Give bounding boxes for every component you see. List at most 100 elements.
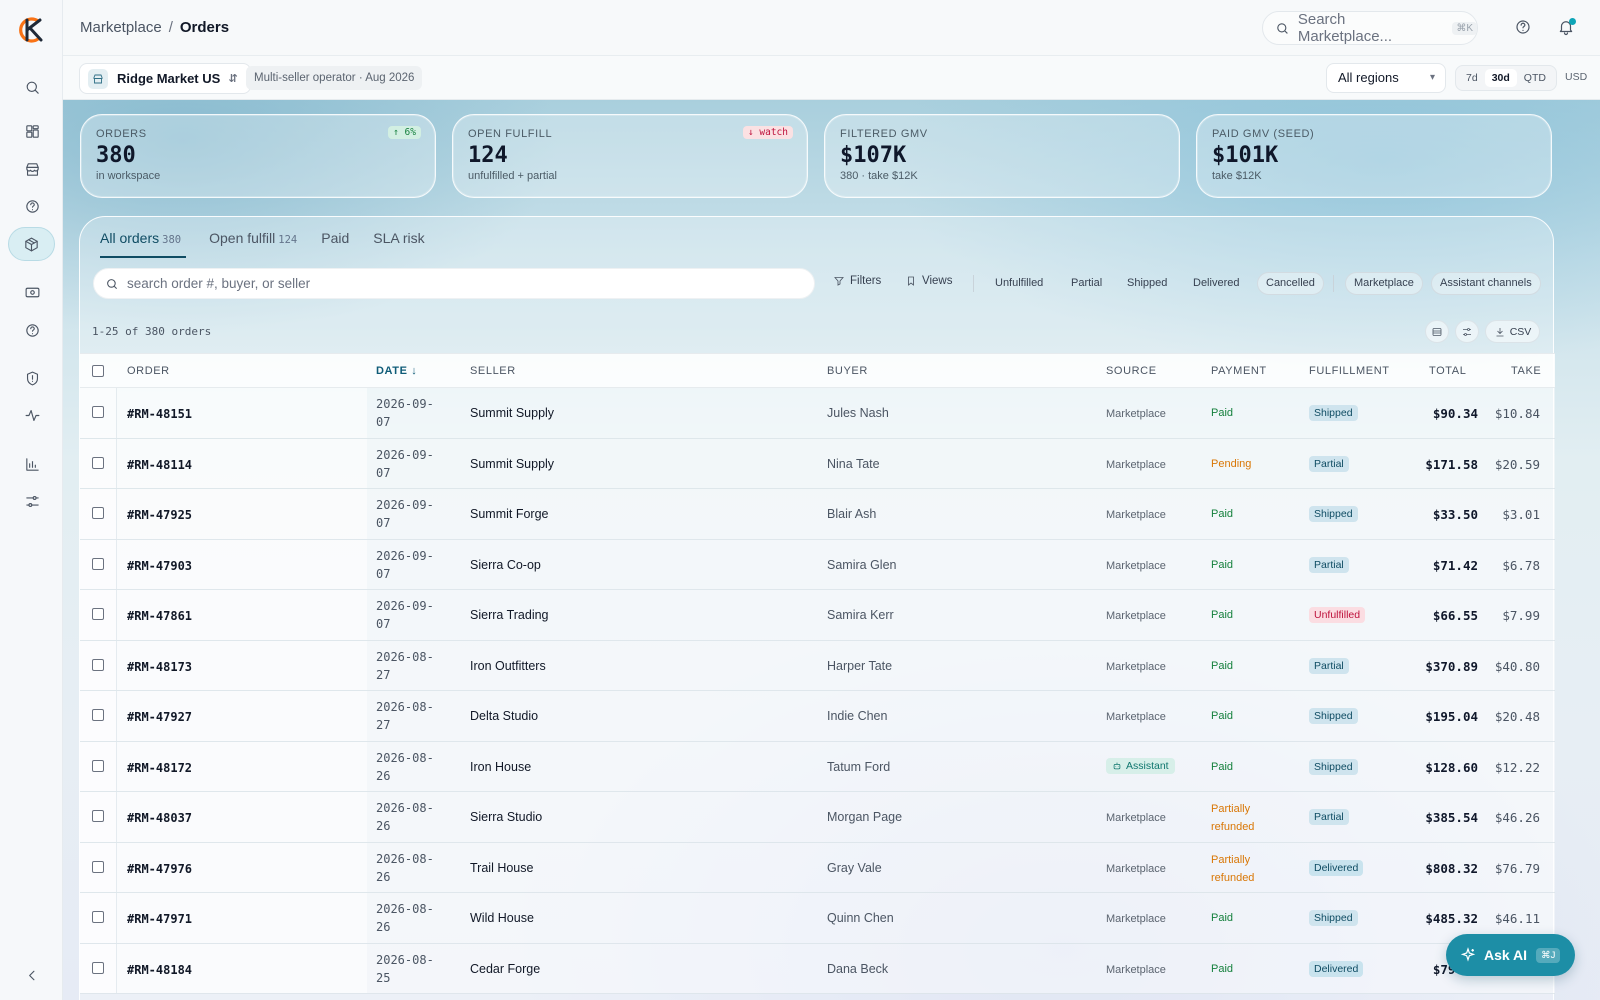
- table-row[interactable]: #RM-48151 2026-09-07 Summit Supply Jules Na…: [80, 388, 1555, 439]
- row-checkbox[interactable]: [92, 709, 104, 721]
- density-icon[interactable]: [1425, 320, 1449, 343]
- status-chip-partial[interactable]: Partial: [1062, 272, 1111, 295]
- table-row[interactable]: #RM-47861 2026-09-07 Sierra Trading Samira …: [80, 590, 1555, 641]
- table-row[interactable]: #RM-48184 2026-08-25 Cedar Forge Dana Beck M…: [80, 943, 1555, 994]
- row-checkbox[interactable]: [92, 608, 104, 620]
- row-checkbox[interactable]: [92, 557, 104, 570]
- row-checkbox[interactable]: [92, 961, 104, 974]
- help-icon[interactable]: [1514, 18, 1534, 38]
- col-total[interactable]: TOTAL: [1429, 365, 1466, 377]
- row-checkbox[interactable]: [92, 810, 104, 822]
- status-chip-unfulfilled[interactable]: Unfulfilled: [986, 272, 1052, 295]
- global-search-input[interactable]: Search Marketplace... ⌘K: [1262, 11, 1478, 45]
- status-chip-cancelled[interactable]: Cancelled: [1257, 272, 1324, 295]
- seller-name[interactable]: Summit Supply: [470, 406, 554, 420]
- ask-ai-button[interactable]: Ask AI ⌘J: [1446, 934, 1575, 976]
- store-icon[interactable]: [15, 152, 49, 186]
- seller-name[interactable]: Trail House: [470, 861, 533, 875]
- order-number[interactable]: #RM-47976: [127, 862, 192, 876]
- tab-paid[interactable]: Paid: [321, 230, 361, 258]
- columns-settings-icon[interactable]: [1455, 320, 1479, 343]
- col-seller[interactable]: SELLER: [470, 365, 516, 377]
- buyer-name[interactable]: Dana Beck: [827, 962, 888, 976]
- buyer-name[interactable]: Nina Tate: [827, 457, 880, 471]
- buyer-name[interactable]: Blair Ash: [827, 507, 876, 521]
- tab-all-orders[interactable]: All orders 380: [100, 230, 187, 258]
- brand-logo-icon[interactable]: [16, 16, 46, 44]
- order-number[interactable]: #RM-47927: [127, 710, 192, 724]
- seller-name[interactable]: Sierra Trading: [470, 608, 549, 622]
- support-icon[interactable]: [15, 313, 49, 347]
- payments-icon[interactable]: [15, 275, 49, 309]
- currency-label[interactable]: USD: [1565, 71, 1587, 83]
- table-row[interactable]: #RM-48172 2026-08-26 Iron House Tatum Ford A…: [80, 741, 1555, 792]
- region-select[interactable]: All regions ▾: [1326, 63, 1446, 93]
- col-date[interactable]: DATE ↓: [376, 365, 417, 377]
- seller-name[interactable]: Sierra Co-op: [470, 558, 541, 572]
- channel-chip-assistant[interactable]: Assistant channels: [1431, 272, 1541, 295]
- buyer-name[interactable]: Jules Nash: [827, 406, 889, 420]
- tab-open-fulfill[interactable]: Open fulfill 124: [209, 230, 309, 258]
- range-30d[interactable]: 30d: [1484, 69, 1517, 87]
- table-row[interactable]: #RM-47903 2026-09-07 Sierra Co-op Samira Gl…: [80, 539, 1555, 590]
- seller-name[interactable]: Wild House: [470, 911, 534, 925]
- order-search-input[interactable]: search order #, buyer, or seller: [93, 268, 815, 299]
- table-row[interactable]: #RM-48114 2026-09-07 Summit Supply Nina Tat…: [80, 438, 1555, 489]
- row-checkbox[interactable]: [92, 658, 104, 671]
- col-take[interactable]: TAKE: [1511, 365, 1541, 377]
- activity-icon[interactable]: [15, 398, 49, 432]
- buyer-name[interactable]: Samira Glen: [827, 558, 896, 572]
- buyer-name[interactable]: Morgan Page: [827, 810, 902, 824]
- settings-sliders-icon[interactable]: [15, 484, 49, 518]
- shield-icon[interactable]: [15, 361, 49, 395]
- collapse-sidebar-icon[interactable]: [15, 958, 49, 992]
- seller-name[interactable]: Delta Studio: [470, 709, 538, 723]
- store-switcher[interactable]: Ridge Market US ⇵: [79, 63, 251, 94]
- row-checkbox[interactable]: [92, 406, 104, 418]
- buyer-name[interactable]: Quinn Chen: [827, 911, 894, 925]
- buyer-name[interactable]: Harper Tate: [827, 659, 892, 673]
- order-number[interactable]: #RM-48151: [127, 407, 192, 421]
- notifications-bell-icon[interactable]: [1557, 18, 1577, 38]
- row-checkbox[interactable]: [92, 759, 104, 772]
- status-chip-delivered[interactable]: Delivered: [1184, 272, 1248, 295]
- orders-package-icon[interactable]: [8, 227, 55, 261]
- range-qtd[interactable]: QTD: [1517, 69, 1553, 87]
- order-number[interactable]: #RM-48114: [127, 458, 192, 472]
- col-fulfillment[interactable]: FULFILLMENT: [1309, 365, 1390, 377]
- table-row[interactable]: #RM-48173 2026-08-27 Iron Outfitters Harper…: [80, 640, 1555, 691]
- order-number[interactable]: #RM-48173: [127, 660, 192, 674]
- row-checkbox[interactable]: [92, 456, 104, 469]
- buyer-name[interactable]: Samira Kerr: [827, 608, 894, 622]
- order-number[interactable]: #RM-47971: [127, 912, 192, 926]
- col-payment[interactable]: PAYMENT: [1211, 365, 1267, 377]
- row-checkbox[interactable]: [92, 911, 104, 923]
- range-7d[interactable]: 7d: [1459, 69, 1485, 87]
- seller-name[interactable]: Cedar Forge: [470, 962, 540, 976]
- status-chip-shipped[interactable]: Shipped: [1118, 272, 1176, 295]
- seller-name[interactable]: Iron House: [470, 760, 531, 774]
- table-row[interactable]: #RM-48037 2026-08-26 Sierra Studio Morgan P…: [80, 792, 1555, 843]
- table-row[interactable]: #RM-47925 2026-09-07 Summit Forge Blair Ash…: [80, 489, 1555, 540]
- tab-sla-risk[interactable]: SLA risk: [373, 230, 436, 258]
- analytics-chart-icon[interactable]: [15, 447, 49, 481]
- row-checkbox[interactable]: [92, 860, 104, 873]
- col-buyer[interactable]: BUYER: [827, 365, 868, 377]
- buyer-name[interactable]: Tatum Ford: [827, 760, 890, 774]
- table-row[interactable]: #RM-47976 2026-08-26 Trail House Gray Vale M…: [80, 842, 1555, 893]
- col-order[interactable]: ORDER: [127, 365, 170, 377]
- buyer-name[interactable]: Gray Vale: [827, 861, 882, 875]
- seller-name[interactable]: Iron Outfitters: [470, 659, 546, 673]
- order-number[interactable]: #RM-47861: [127, 609, 192, 623]
- table-row[interactable]: #RM-47971 2026-08-26 Wild House Quinn Chen M…: [80, 893, 1555, 944]
- order-number[interactable]: #RM-47925: [127, 508, 192, 522]
- order-number[interactable]: #RM-48184: [127, 963, 192, 977]
- table-row[interactable]: #RM-47927 2026-08-27 Delta Studio Indie Che…: [80, 691, 1555, 742]
- seller-name[interactable]: Summit Supply: [470, 457, 554, 471]
- seller-name[interactable]: Sierra Studio: [470, 810, 542, 824]
- search-icon[interactable]: [15, 70, 49, 104]
- breadcrumb-parent[interactable]: Marketplace: [80, 19, 162, 36]
- dashboard-icon[interactable]: [15, 114, 49, 148]
- col-source[interactable]: SOURCE: [1106, 365, 1157, 377]
- channel-chip-marketplace[interactable]: Marketplace: [1345, 272, 1423, 295]
